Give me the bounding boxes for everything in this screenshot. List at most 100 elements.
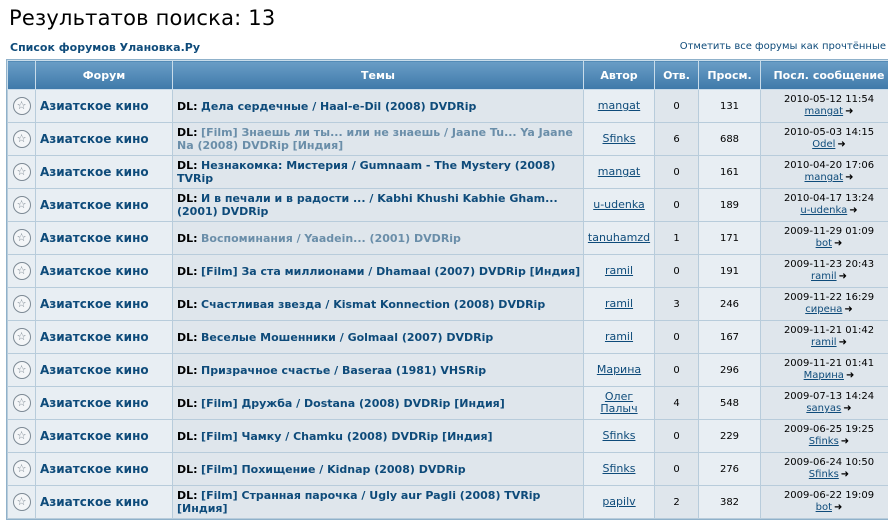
views-count: 246 [698, 287, 761, 321]
last-post-author-link[interactable]: mangat [805, 172, 844, 183]
last-post-date: 2010-04-17 13:24 [783, 193, 875, 204]
forum-link[interactable]: Азиатское кино [40, 99, 149, 113]
replies-count: 1 [654, 221, 699, 255]
forum-link[interactable]: Азиатское кино [40, 198, 149, 212]
forum-link[interactable]: Азиатское кино [40, 165, 149, 179]
topic-link[interactable]: [Film] Странная парочка / Ugly aur Pagli… [177, 489, 540, 515]
forum-link[interactable]: Азиатское кино [40, 495, 149, 509]
last-post-author-link[interactable]: ramil [811, 337, 837, 348]
last-post-author-link[interactable]: bot [816, 238, 832, 249]
dl-tag: DL: [177, 99, 198, 113]
forum-link[interactable]: Азиатское кино [40, 264, 149, 278]
forum-link[interactable]: Азиатское кино [40, 297, 149, 311]
goto-last-post-icon[interactable]: ➜ [839, 271, 847, 283]
topic-link[interactable]: [Film] Дружба / Dostana (2008) DVDRip [И… [201, 397, 505, 410]
topic-link[interactable]: Воспоминания / Yaadein... (2001) DVDRip [201, 232, 461, 245]
goto-last-post-icon[interactable]: ➜ [834, 238, 842, 250]
star-circle-icon: ☆ [12, 295, 31, 313]
last-post-author-link[interactable]: Sfinks [809, 469, 839, 480]
last-post-cell: 2009-06-24 10:50 Sfinks ➜ [760, 452, 888, 486]
topic-link[interactable]: Счастливая звезда / Kismat Konnection (2… [201, 298, 545, 311]
topic-cell: DL: Призрачное счастье / Baseraa (1981) … [172, 353, 584, 387]
last-post-author-link[interactable]: сирена [805, 304, 842, 315]
forum-link[interactable]: Азиатское кино [40, 231, 149, 245]
author-link[interactable]: Марина [597, 363, 641, 376]
author-link[interactable]: papilv [602, 495, 635, 508]
star-circle-icon: ☆ [12, 229, 31, 247]
row-icon-cell: ☆ [7, 188, 36, 222]
replies-count: 0 [654, 452, 699, 486]
author-link[interactable]: Олег Палыч [600, 390, 637, 415]
forum-list-link[interactable]: Список форумов Улановка.Ру [10, 41, 200, 54]
author-link[interactable]: mangat [598, 165, 640, 178]
star-circle-icon: ☆ [12, 97, 31, 115]
author-cell: u-udenka [583, 188, 655, 222]
last-post-cell: 2009-11-22 16:29 сирена ➜ [760, 287, 888, 321]
forum-link[interactable]: Азиатское кино [40, 330, 149, 344]
goto-last-post-icon[interactable]: ➜ [845, 106, 853, 118]
topic-link[interactable]: Незнакомка: Мистерия / Gumnaam - The Mys… [177, 159, 555, 185]
topic-link[interactable]: [Film] За ста миллионами / Dhamaal (2007… [201, 265, 580, 278]
last-post-author-link[interactable]: Sfinks [809, 436, 839, 447]
last-post-author-link[interactable]: Марина [804, 370, 844, 381]
author-link[interactable]: u-udenka [593, 198, 645, 211]
replies-count: 0 [654, 89, 699, 123]
author-link[interactable]: tanuhamzd [588, 231, 650, 244]
author-link[interactable]: Sfinks [603, 429, 636, 442]
goto-last-post-icon[interactable]: ➜ [846, 370, 854, 382]
row-icon-cell: ☆ [7, 485, 36, 519]
last-post-date: 2009-11-21 01:41 [783, 358, 875, 369]
forum-link[interactable]: Азиатское кино [40, 462, 149, 476]
goto-last-post-icon[interactable]: ➜ [843, 403, 851, 415]
author-link[interactable]: ramil [605, 264, 633, 277]
topic-link[interactable]: Призрачное счастье / Baseraa (1981) VHSR… [201, 364, 486, 377]
goto-last-post-icon[interactable]: ➜ [845, 172, 853, 184]
last-post-author-link[interactable]: u-udenka [800, 205, 847, 216]
replies-count: 2 [654, 485, 699, 519]
forum-link[interactable]: Азиатское кино [40, 363, 149, 377]
last-post-author-link[interactable]: ramil [811, 271, 837, 282]
topic-link[interactable]: Дела сердечные / Haal-e-Dil (2008) DVDRi… [201, 100, 476, 113]
author-link[interactable]: ramil [605, 297, 633, 310]
goto-last-post-icon[interactable]: ➜ [841, 469, 849, 481]
search-results-table: Форум Темы Автор Отв. Просм. Посл. сообщ… [6, 59, 888, 520]
mark-all-read-link[interactable]: Отметить все форумы как прочтённые [680, 41, 886, 52]
table-row: ☆ Азиатское кино DL: И в печали и в радост… [7, 188, 888, 222]
forum-link[interactable]: Азиатское кино [40, 396, 149, 410]
topic-link[interactable]: [Film] Знаешь ли ты... или не знаешь / J… [177, 126, 573, 152]
last-post-author-link[interactable]: sanyas [806, 403, 841, 414]
topic-cell: DL: [Film] Знаешь ли ты... или не знаешь… [172, 122, 584, 156]
header-replies: Отв. [654, 60, 699, 90]
forum-link[interactable]: Азиатское кино [40, 429, 149, 443]
header-views: Просм. [698, 60, 761, 90]
views-count: 382 [698, 485, 761, 519]
views-count: 296 [698, 353, 761, 387]
author-link[interactable]: ramil [605, 330, 633, 343]
forum-link[interactable]: Азиатское кино [40, 132, 149, 146]
topic-link[interactable]: И в печали и в радости ... / Kabhi Khush… [177, 192, 558, 218]
last-post-cell: 2010-04-20 17:06 mangat ➜ [760, 155, 888, 189]
last-post-date: 2010-05-03 14:15 [783, 127, 875, 138]
last-post-author-link[interactable]: mangat [805, 106, 844, 117]
goto-last-post-icon[interactable]: ➜ [841, 436, 849, 448]
author-link[interactable]: mangat [598, 99, 640, 112]
topic-link[interactable]: [Film] Чамку / Chamku (2008) DVDRip [Инд… [201, 430, 493, 443]
last-post-author-link[interactable]: bot [816, 502, 832, 513]
goto-last-post-icon[interactable]: ➜ [834, 502, 842, 514]
topic-cell: DL: [Film] Похищение / Kidnap (2008) DVD… [172, 452, 584, 486]
header-icon [7, 60, 36, 90]
forum-cell: Азиатское кино [35, 485, 173, 519]
last-post-cell: 2009-06-25 19:25 Sfinks ➜ [760, 419, 888, 453]
goto-last-post-icon[interactable]: ➜ [849, 205, 857, 217]
goto-last-post-icon[interactable]: ➜ [844, 304, 852, 316]
last-post-author-link[interactable]: Odel [812, 139, 835, 150]
author-link[interactable]: Sfinks [603, 462, 636, 475]
author-link[interactable]: Sfinks [603, 132, 636, 145]
goto-last-post-icon[interactable]: ➜ [837, 139, 845, 151]
replies-count: 4 [654, 386, 699, 420]
topic-link[interactable]: Веселые Мошенники / Golmaal (2007) DVDRi… [201, 331, 493, 344]
topic-link[interactable]: [Film] Похищение / Kidnap (2008) DVDRip [201, 463, 466, 476]
goto-last-post-icon[interactable]: ➜ [839, 337, 847, 349]
author-cell: ramil [583, 254, 655, 288]
last-post-date: 2009-06-25 19:25 [783, 424, 875, 435]
